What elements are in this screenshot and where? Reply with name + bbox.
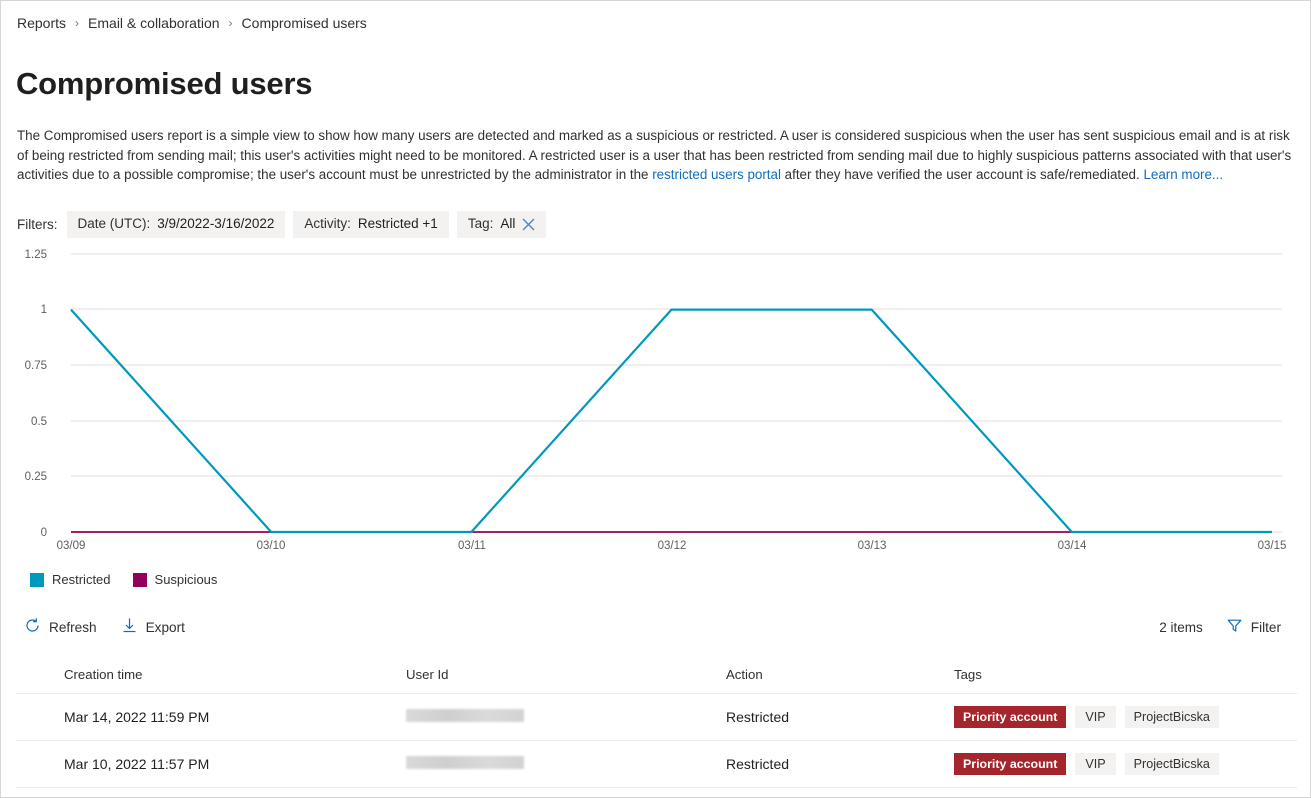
table-row[interactable]: Mar 14, 2022 11:59 PM Restricted Priorit… xyxy=(16,694,1297,741)
learn-more-link[interactable]: Learn more... xyxy=(1143,167,1223,182)
filter-chip-activity-value: Restricted +1 xyxy=(357,216,438,231)
export-button[interactable]: Export xyxy=(112,612,194,642)
filter-chip-tag[interactable]: Tag: All xyxy=(456,211,547,238)
y-tick-label: 0.75 xyxy=(25,360,47,372)
tag-vip[interactable]: VIP xyxy=(1075,706,1116,728)
download-icon xyxy=(121,617,138,637)
filter-button[interactable]: Filter xyxy=(1217,612,1290,642)
page-title: Compromised users xyxy=(16,66,313,101)
tag-projectbicska[interactable]: ProjectBicska xyxy=(1124,753,1219,775)
x-tick-label: 03/15 xyxy=(1258,540,1287,552)
legend-label-restricted: Restricted xyxy=(52,572,111,587)
y-tick-label: 0.5 xyxy=(31,416,47,428)
column-header-creation-time[interactable]: Creation time xyxy=(16,667,406,682)
restricted-users-portal-link[interactable]: restricted users portal xyxy=(652,167,781,182)
chart-svg: 1.25 1 0.75 0.5 0.25 0 03/09 03/10 03/11… xyxy=(25,249,1287,552)
command-bar-left: Refresh Export xyxy=(15,612,194,642)
chart-legend: Restricted Suspicious xyxy=(30,572,217,587)
x-tick-label: 03/14 xyxy=(1058,540,1087,552)
x-tick-label: 03/12 xyxy=(658,540,687,552)
compromised-users-table: Creation time User Id Action Tags Mar 14… xyxy=(1,656,1311,788)
breadcrumb-item-reports[interactable]: Reports xyxy=(17,15,66,31)
tag-priority-account[interactable]: Priority account xyxy=(954,753,1067,775)
command-bar-right: 2 items Filter xyxy=(1159,612,1290,642)
filters-bar: Filters: Date (UTC): 3/9/2022-3/16/2022 … xyxy=(17,211,547,238)
x-tick-label: 03/09 xyxy=(57,540,86,552)
chart-x-axis: 03/09 03/10 03/11 03/12 03/13 03/14 03/1… xyxy=(57,540,1287,552)
filter-label: Filter xyxy=(1250,619,1281,635)
refresh-button[interactable]: Refresh xyxy=(15,612,106,642)
tag-projectbicska[interactable]: ProjectBicska xyxy=(1124,706,1219,728)
breadcrumb-item-email-collaboration[interactable]: Email & collaboration xyxy=(88,15,220,31)
refresh-icon xyxy=(24,617,41,637)
filter-chip-date[interactable]: Date (UTC): 3/9/2022-3/16/2022 xyxy=(66,211,286,238)
filter-icon xyxy=(1226,617,1243,637)
tag-priority-account[interactable]: Priority account xyxy=(954,706,1067,728)
cell-action: Restricted xyxy=(726,756,790,772)
cell-creation-time: Mar 14, 2022 11:59 PM xyxy=(64,709,210,725)
x-tick-label: 03/10 xyxy=(257,540,286,552)
redacted-user-id xyxy=(406,756,524,769)
breadcrumb-item-compromised-users[interactable]: Compromised users xyxy=(242,15,367,31)
column-header-action[interactable]: Action xyxy=(726,667,954,682)
breadcrumb: Reports › Email & collaboration › Compro… xyxy=(17,15,367,31)
y-tick-label: 1 xyxy=(41,304,47,316)
cell-user-id xyxy=(406,756,726,772)
filter-chip-tag-value: All xyxy=(500,216,516,231)
legend-label-suspicious: Suspicious xyxy=(154,572,218,587)
breadcrumb-separator: › xyxy=(75,16,80,30)
export-label: Export xyxy=(145,619,185,635)
breadcrumb-separator: › xyxy=(228,16,233,30)
legend-item-suspicious[interactable]: Suspicious xyxy=(132,572,218,587)
filters-label: Filters: xyxy=(17,217,58,232)
filter-chip-activity-key: Activity: xyxy=(304,216,351,231)
column-header-user-id[interactable]: User Id xyxy=(406,667,726,682)
x-tick-label: 03/11 xyxy=(458,540,486,552)
cell-tags: Priority account VIP ProjectBicska xyxy=(954,753,1297,775)
filter-chip-activity[interactable]: Activity: Restricted +1 xyxy=(293,211,449,238)
legend-swatch-suspicious xyxy=(132,572,147,587)
close-icon[interactable] xyxy=(522,218,535,231)
column-header-tags[interactable]: Tags xyxy=(954,667,1297,682)
refresh-label: Refresh xyxy=(49,619,97,635)
cell-user-id xyxy=(406,709,726,725)
filter-chip-date-value: 3/9/2022-3/16/2022 xyxy=(157,216,275,231)
tag-vip[interactable]: VIP xyxy=(1075,753,1116,775)
table-row[interactable]: Mar 10, 2022 11:57 PM Restricted Priorit… xyxy=(16,741,1297,788)
filter-chip-tag-key: Tag: xyxy=(467,216,494,231)
legend-item-restricted[interactable]: Restricted xyxy=(30,572,111,587)
items-count: 2 items xyxy=(1159,619,1203,635)
y-tick-label: 0.25 xyxy=(25,471,47,483)
y-tick-label: 0 xyxy=(41,527,47,539)
compromised-users-chart: 1.25 1 0.75 0.5 0.25 0 03/09 03/10 03/11… xyxy=(1,241,1311,561)
redacted-user-id xyxy=(406,709,524,722)
chart-y-axis: 1.25 1 0.75 0.5 0.25 0 xyxy=(25,249,47,539)
y-tick-label: 1.25 xyxy=(25,249,47,261)
compromised-users-page: Reports › Email & collaboration › Compro… xyxy=(0,0,1311,798)
page-description: The Compromised users report is a simple… xyxy=(17,126,1297,185)
cell-tags: Priority account VIP ProjectBicska xyxy=(954,706,1297,728)
chart-gridlines xyxy=(71,253,1282,533)
cell-creation-time: Mar 10, 2022 11:57 PM xyxy=(64,756,210,772)
cell-action: Restricted xyxy=(726,709,790,725)
x-tick-label: 03/13 xyxy=(858,540,887,552)
description-text-part2: after they have verified the user accoun… xyxy=(780,167,1144,183)
filter-chip-date-key: Date (UTC): xyxy=(77,216,151,231)
table-header-row: Creation time User Id Action Tags xyxy=(16,656,1297,694)
legend-swatch-restricted xyxy=(30,572,44,587)
command-bar: Refresh Export 2 items Filter xyxy=(1,605,1311,649)
